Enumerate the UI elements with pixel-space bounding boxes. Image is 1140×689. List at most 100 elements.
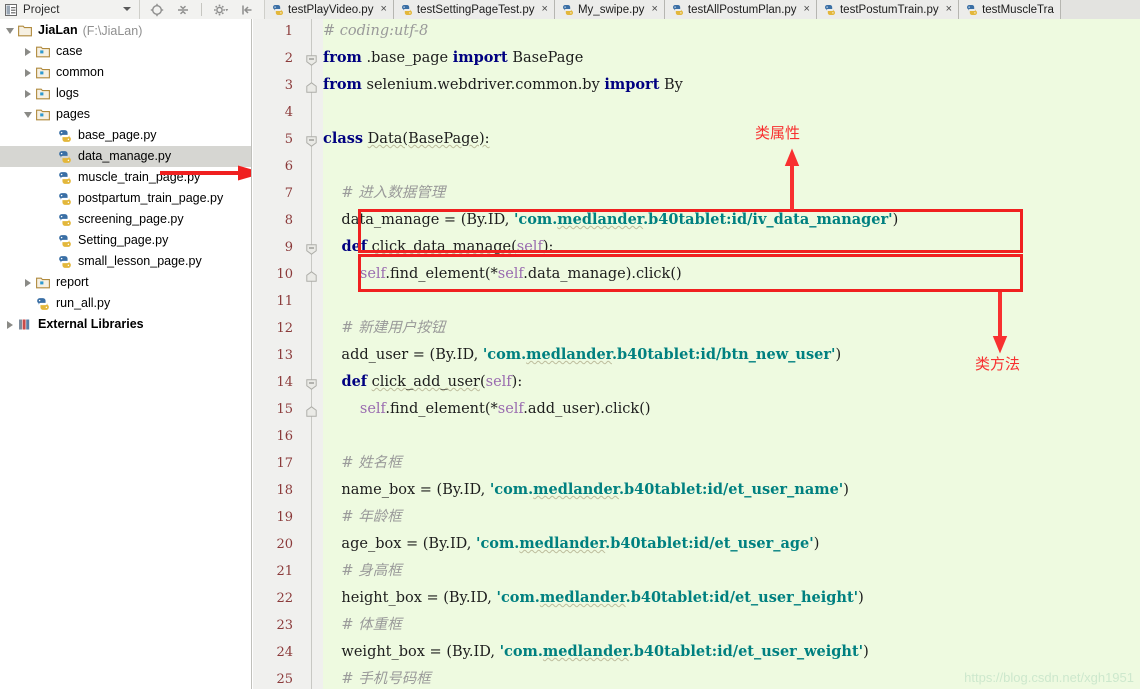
line-number: 24 xyxy=(276,646,293,660)
tree-row-small-lesson-page[interactable]: small_lesson_page.py xyxy=(0,251,251,272)
editor-tab-5[interactable]: testMuscleTra xyxy=(959,0,1061,19)
expand-twisty-icon[interactable] xyxy=(20,41,35,62)
line-number: 22 xyxy=(276,592,293,606)
close-icon[interactable]: × xyxy=(651,4,657,15)
tree-row-base-page[interactable]: base_page.py xyxy=(0,125,251,146)
fold-marker-icon[interactable] xyxy=(306,271,317,282)
editor-fold-column[interactable] xyxy=(301,19,323,689)
collapse-all-icon[interactable] xyxy=(175,2,191,17)
tree-row-pages[interactable]: pages xyxy=(0,104,251,125)
editor-tab-label: testAllPostumPlan.py xyxy=(688,4,797,16)
close-icon[interactable]: × xyxy=(380,4,386,15)
tree-item-label: postpartum_train_page.py xyxy=(78,188,223,209)
line-number: 8 xyxy=(285,214,293,228)
close-icon[interactable]: × xyxy=(946,4,952,15)
expand-twisty-icon[interactable] xyxy=(20,83,35,104)
tree-root-path: (F:\JiaLan) xyxy=(83,24,143,38)
hide-panel-icon[interactable] xyxy=(239,2,255,17)
code-line-1: # coding:utf-8 xyxy=(323,23,428,39)
line-number: 2 xyxy=(285,52,293,66)
tree-item-label: screening_page.py xyxy=(78,209,184,230)
code-line-21: # 身高框 xyxy=(323,563,402,579)
expand-twisty-icon[interactable] xyxy=(20,104,35,125)
tree-root-label: JiaLan xyxy=(38,20,78,41)
code-line-13: add_user = (By.ID, 'com.medlander.b40tab… xyxy=(323,347,841,363)
editor-tab-label: My_swipe.py xyxy=(578,4,644,16)
tree-item-label: muscle_train_page.py xyxy=(78,167,200,188)
tree-item-label: report xyxy=(56,272,89,293)
expand-twisty-icon[interactable] xyxy=(20,272,35,293)
fold-marker-icon[interactable] xyxy=(306,82,317,93)
code-line-12: # 新建用户按钮 xyxy=(323,320,445,336)
tree-row-muscle-train-page[interactable]: muscle_train_page.py xyxy=(0,167,251,188)
code-line-19: # 年龄框 xyxy=(323,509,402,525)
tree-row-postpartum-train-page[interactable]: postpartum_train_page.py xyxy=(0,188,251,209)
line-number: 4 xyxy=(285,106,293,120)
tree-row-data-manage[interactable]: data_manage.py xyxy=(0,146,251,167)
project-panel-title: Project xyxy=(23,4,60,16)
tree-row-common[interactable]: common xyxy=(0,62,251,83)
editor-tab-3[interactable]: testAllPostumPlan.py × xyxy=(665,0,817,19)
expand-twisty-icon[interactable] xyxy=(2,20,17,41)
project-tree: JiaLan (F:\JiaLan) case common xyxy=(0,19,252,689)
tree-row-logs[interactable]: logs xyxy=(0,83,251,104)
python-file-icon xyxy=(57,149,73,165)
code-line-23: # 体重框 xyxy=(323,617,402,633)
code-line-7: # 进入数据管理 xyxy=(323,185,445,201)
python-file-icon xyxy=(57,191,73,207)
line-number: 21 xyxy=(276,565,293,579)
fold-marker-icon[interactable] xyxy=(306,379,317,390)
fold-marker-icon[interactable] xyxy=(306,406,317,417)
tree-row-setting-page[interactable]: Setting_page.py xyxy=(0,230,251,251)
line-number: 25 xyxy=(276,673,293,687)
editor-tab-strip: testPlayVideo.py × testSettingPageTest.p… xyxy=(265,0,1140,19)
line-number: 12 xyxy=(276,322,293,336)
folder-icon xyxy=(35,65,51,81)
code-line-15: self.find_element(*self.add_user).click(… xyxy=(323,401,651,417)
code-line-8: data_manage = (By.ID, 'com.medlander.b40… xyxy=(323,212,898,228)
expand-twisty-icon[interactable] xyxy=(2,314,17,335)
project-panel-header[interactable]: Project xyxy=(0,0,140,19)
settings-gear-icon[interactable] xyxy=(213,2,229,17)
tree-row-root[interactable]: JiaLan (F:\JiaLan) xyxy=(0,20,251,41)
tree-row-report[interactable]: report xyxy=(0,272,251,293)
tree-item-label: logs xyxy=(56,83,79,104)
tree-row-screening-page[interactable]: screening_page.py xyxy=(0,209,251,230)
tree-item-label: run_all.py xyxy=(56,293,110,314)
tree-item-label: Setting_page.py xyxy=(78,230,168,251)
editor-tab-4[interactable]: testPostumTrain.py × xyxy=(817,0,959,19)
line-number: 15 xyxy=(276,403,293,417)
code-editor[interactable]: 1 2 3 4 5 6 7 8 9 10 11 12 13 14 15 16 1… xyxy=(253,19,1140,689)
line-number: 18 xyxy=(276,484,293,498)
folder-icon xyxy=(35,44,51,60)
tree-row-run-all[interactable]: run_all.py xyxy=(0,293,251,314)
expand-twisty-icon[interactable] xyxy=(20,62,35,83)
python-file-icon xyxy=(57,212,73,228)
line-number: 19 xyxy=(276,511,293,525)
editor-tab-1[interactable]: testSettingPageTest.py × xyxy=(394,0,555,19)
folder-icon xyxy=(35,107,51,123)
fold-marker-icon[interactable] xyxy=(306,136,317,147)
close-icon[interactable]: × xyxy=(542,4,548,15)
fold-marker-icon[interactable] xyxy=(306,55,317,66)
fold-marker-icon[interactable] xyxy=(306,244,317,255)
tree-row-case[interactable]: case xyxy=(0,41,251,62)
editor-code-area[interactable]: # coding:utf-8 from .base_page import Ba… xyxy=(323,19,1140,689)
editor-tab-2[interactable]: My_swipe.py × xyxy=(555,0,665,19)
tree-item-label: base_page.py xyxy=(78,125,157,146)
code-line-3: from selenium.webdriver.common.by import… xyxy=(323,77,683,93)
line-number: 10 xyxy=(276,268,293,282)
line-number: 5 xyxy=(285,133,293,147)
tree-row-external-libraries[interactable]: External Libraries xyxy=(0,314,251,335)
chevron-down-icon[interactable] xyxy=(123,7,131,11)
code-line-5: class Data(BasePage): xyxy=(323,131,490,147)
editor-tab-0[interactable]: testPlayVideo.py × xyxy=(265,0,394,19)
tree-item-label: pages xyxy=(56,104,90,125)
line-number: 13 xyxy=(276,349,293,363)
folder-icon xyxy=(35,275,51,291)
locate-target-icon[interactable] xyxy=(149,2,165,17)
editor-gutter: 1 2 3 4 5 6 7 8 9 10 11 12 13 14 15 16 1… xyxy=(253,19,301,689)
line-number: 3 xyxy=(285,79,293,93)
close-icon[interactable]: × xyxy=(804,4,810,15)
editor-tab-label: testPlayVideo.py xyxy=(288,4,373,16)
